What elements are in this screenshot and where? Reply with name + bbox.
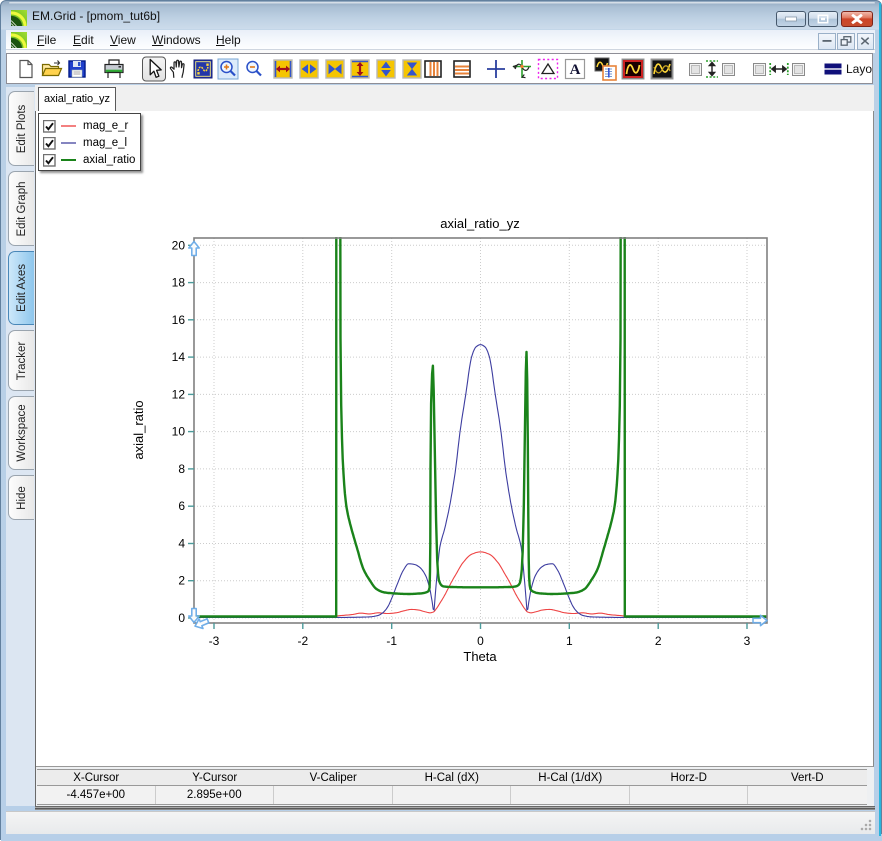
svg-text:1: 1: [566, 634, 573, 648]
svg-text:3: 3: [744, 634, 751, 648]
svg-text:axial_ratio: axial_ratio: [131, 400, 146, 459]
svg-text:4: 4: [178, 537, 185, 551]
svg-text:axial_ratio_yz: axial_ratio_yz: [440, 216, 520, 231]
svg-text:6: 6: [178, 499, 185, 513]
svg-text:20: 20: [172, 238, 186, 252]
svg-text:8: 8: [178, 462, 185, 476]
svg-text:-1: -1: [386, 634, 397, 648]
svg-text:16: 16: [172, 313, 186, 327]
svg-text:14: 14: [172, 350, 186, 364]
svg-text:-2: -2: [297, 634, 308, 648]
svg-text:-3: -3: [209, 634, 220, 648]
svg-text:A: A: [570, 62, 581, 78]
svg-text:12: 12: [172, 387, 186, 401]
svg-text:2: 2: [655, 634, 662, 648]
svg-text:0: 0: [178, 611, 185, 625]
svg-text:0: 0: [477, 634, 484, 648]
svg-text:Theta: Theta: [463, 649, 497, 664]
svg-text:10: 10: [172, 425, 186, 439]
svg-text:2: 2: [178, 574, 185, 588]
svg-text:18: 18: [172, 276, 186, 290]
